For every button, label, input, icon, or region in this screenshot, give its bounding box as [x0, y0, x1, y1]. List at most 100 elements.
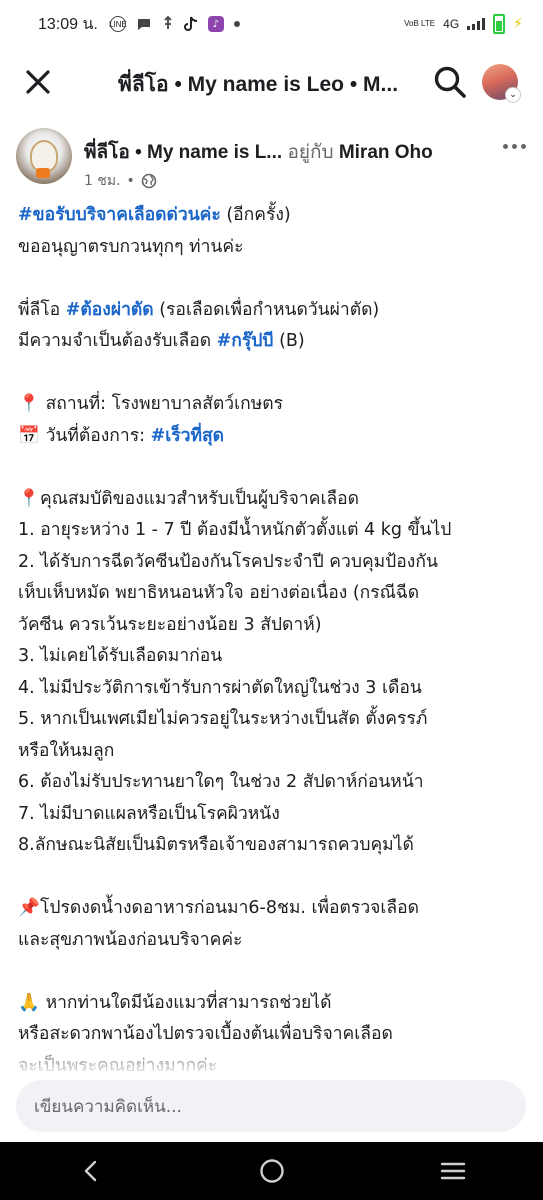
post-text: (B)	[273, 331, 305, 351]
post-line: 4. ไม่มีประวัติการเข้ารับการผ่าตัดใหญ่ใน…	[18, 673, 530, 705]
battery-icon	[493, 14, 506, 34]
post-text: พี่ลีโอ	[18, 299, 66, 320]
post-text: สถานที่: โรงพยาบาลสัตว์เกษตร	[40, 394, 283, 414]
post-header: พี่ลีโอ • My name is L... อยู่กับ Miran …	[0, 126, 543, 196]
author-line: พี่ลีโอ • My name is L... อยู่กับ Miran …	[84, 137, 484, 167]
hashtag-link[interactable]: #ขอรับบริจาคเลือดด่วนค่ะ	[18, 205, 221, 225]
post-line: #ขอรับบริจาคเลือดด่วนค่ะ (อีกครั้ง)	[18, 200, 530, 232]
post-line: 5. หากเป็นเพศเมียไม่ควรอยู่ในระหว่างเป็น…	[18, 704, 530, 736]
globe-icon	[141, 173, 157, 189]
dot-icon	[233, 21, 240, 27]
post-text: 5. หากเป็นเพศเมียไม่ควรอยู่ในระหว่างเป็น…	[18, 709, 428, 729]
author-name[interactable]: พี่ลีโอ • My name is L...	[84, 142, 282, 163]
back-icon	[84, 1160, 96, 1182]
post-line: วัคซีน ควรเว้นระยะอย่างน้อย 3 สัปดาห์)	[18, 610, 530, 642]
meta-separator: •	[126, 173, 135, 189]
post-text: วัคซีน ควรเว้นระยะอย่างน้อย 3 สัปดาห์)	[18, 614, 322, 635]
post-line: 1. อายุระหว่าง 1 - 7 ปี ต้องมีน้ำหนักตัว…	[18, 515, 530, 547]
post-line: และสุขภาพน้องก่อนบริจาคค่ะ	[18, 925, 530, 957]
emoji-icon: 🙏	[18, 992, 40, 1013]
post-text: 7. ไม่มีบาดแผลหรือเป็นโรคผิวหนัง	[18, 803, 280, 824]
search-icon[interactable]	[432, 64, 468, 100]
status-notification-icons: LINE ♪	[109, 16, 240, 32]
post-text: 1. อายุระหว่าง 1 - 7 ปี ต้องมีน้ำหนักตัว…	[18, 520, 452, 540]
app-icon: ♪	[207, 16, 224, 32]
charging-icon: ⚡	[513, 16, 523, 32]
nav-home-button[interactable]	[242, 1151, 302, 1191]
volte-icon: VoB LTE	[404, 19, 436, 28]
post-text: 6. ต้องไม่รับประทานยาใดๆ ในช่วง 2 สัปดาห…	[18, 772, 424, 792]
chevron-down-icon: ⌄	[505, 87, 521, 103]
post-text: และสุขภาพน้องก่อนบริจาคค่ะ	[18, 929, 243, 950]
nav-recents-button[interactable]	[423, 1151, 483, 1191]
message-icon	[137, 19, 150, 30]
post-text: หรือให้นมลูก	[18, 740, 115, 761]
app-header: พี่ลีโอ • My name is Leo • M... ⌄	[0, 50, 543, 114]
post-text: 3. ไม่เคยได้รับเลือดมาก่อน	[18, 646, 223, 666]
status-time: 13:09 น.	[38, 15, 98, 33]
post-text: วันที่ต้องการ:	[40, 425, 151, 446]
post-line: 3. ไม่เคยได้รับเลือดมาก่อน	[18, 641, 530, 673]
comment-bar: เขียนความคิดเห็น...	[0, 1078, 543, 1138]
post-text: เห็บเห็บหมัด พยาธิหนอนหัวใจ อย่างต่อเนื่…	[18, 583, 420, 603]
post-line: 7. ไม่มีบาดแผลหรือเป็นโรคผิวหนัง	[18, 799, 530, 831]
post-text: โปรดงดน้ำงดอาหารก่อนมา6-8ชม. เพื่อตรวจเล…	[40, 898, 419, 918]
post-line: 📍คุณสมบัติของแมวสำหรับเป็นผู้บริจาคเลือด	[18, 484, 530, 516]
more-dot	[520, 143, 526, 149]
scroll-fade	[0, 1040, 543, 1076]
cat-tag	[36, 168, 50, 178]
signal-icon	[467, 18, 486, 30]
with-text: อยู่กับ	[287, 142, 334, 163]
post-line: 📅 วันที่ต้องการ: #เร็วที่สุด	[18, 421, 530, 453]
post-line: พี่ลีโอ #ต้องผ่าตัด (รอเลือดเพื่อกำหนดวั…	[18, 295, 530, 327]
hashtag-link[interactable]: #ต้องผ่าตัด	[66, 300, 154, 320]
home-icon	[259, 1159, 284, 1183]
post-text: หากท่านใดมีน้องแมวที่สามารถช่วยได้	[40, 992, 332, 1013]
author-avatar[interactable]	[16, 128, 72, 184]
close-icon[interactable]	[22, 66, 54, 98]
post-line: หรือให้นมลูก	[18, 736, 530, 768]
system-nav-bar	[0, 1142, 543, 1200]
post-time[interactable]: 1 ชม.	[84, 170, 121, 192]
network-type: 4G	[443, 17, 460, 31]
status-system-icons: VoB LTE 4G ⚡	[404, 14, 523, 34]
line-icon: LINE	[109, 16, 127, 32]
post-line: ขออนุญาตรบกวนทุกๆ ท่านค่ะ	[18, 232, 530, 264]
emoji-icon: 📍	[18, 488, 40, 509]
emoji-icon: 📍	[18, 394, 40, 414]
status-bar: 13:09 น. LINE ♪ VoB LTE 4G ⚡	[0, 0, 543, 48]
tagged-person[interactable]: Miran Oho	[339, 142, 433, 163]
hashtag-link[interactable]: #กรุ๊ปบี	[217, 331, 274, 351]
hashtag-link[interactable]: #เร็วที่สุด	[151, 426, 224, 446]
post-line: 📍 สถานที่: โรงพยาบาลสัตว์เกษตร	[18, 389, 530, 421]
tiktok-icon	[183, 16, 197, 31]
comment-input[interactable]: เขียนความคิดเห็น...	[16, 1080, 526, 1132]
post-meta: 1 ชม. •	[84, 170, 157, 192]
post-line: 🙏 หากท่านใดมีน้องแมวที่สามารถช่วยได้	[18, 988, 530, 1020]
usb-icon	[164, 16, 172, 29]
post-line: 8.ลักษณะนิสัยเป็นมิตรหรือเจ้าของสามารถคว…	[18, 830, 530, 862]
emoji-icon: 📌	[18, 898, 40, 918]
nav-back-button[interactable]	[61, 1151, 121, 1191]
post-text: 2. ได้รับการฉีดวัคซีนป้องกันโรคประจำปี ค…	[18, 551, 438, 572]
post-text: 4. ไม่มีประวัติการเข้ารับการผ่าตัดใหญ่ใน…	[18, 677, 422, 698]
more-options-button[interactable]	[499, 136, 529, 156]
post-text: (รอเลือดเพื่อกำหนดวันผ่าตัด)	[153, 299, 380, 320]
post-line: 6. ต้องไม่รับประทานยาใดๆ ในช่วง 2 สัปดาห…	[18, 767, 530, 799]
post-line: มีความจำเป็นต้องรับเลือด #กรุ๊ปบี (B)	[18, 326, 530, 358]
menu-icon	[440, 1162, 465, 1180]
more-dot	[511, 143, 517, 149]
post-text: มีความจำเป็นต้องรับเลือด	[18, 331, 217, 351]
emoji-icon: 📅	[18, 425, 40, 446]
post-line: 2. ได้รับการฉีดวัคซีนป้องกันโรคประจำปี ค…	[18, 547, 530, 579]
profile-avatar-button[interactable]: ⌄	[482, 64, 521, 103]
post-line: 📌โปรดงดน้ำงดอาหารก่อนมา6-8ชม. เพื่อตรวจเ…	[18, 893, 530, 925]
page-title: พี่ลีโอ • My name is Leo • M...	[118, 73, 399, 96]
post-text: 8.ลักษณะนิสัยเป็นมิตรหรือเจ้าของสามารถคว…	[18, 835, 414, 855]
post-line: เห็บเห็บหมัด พยาธิหนอนหัวใจ อย่างต่อเนื่…	[18, 578, 530, 610]
